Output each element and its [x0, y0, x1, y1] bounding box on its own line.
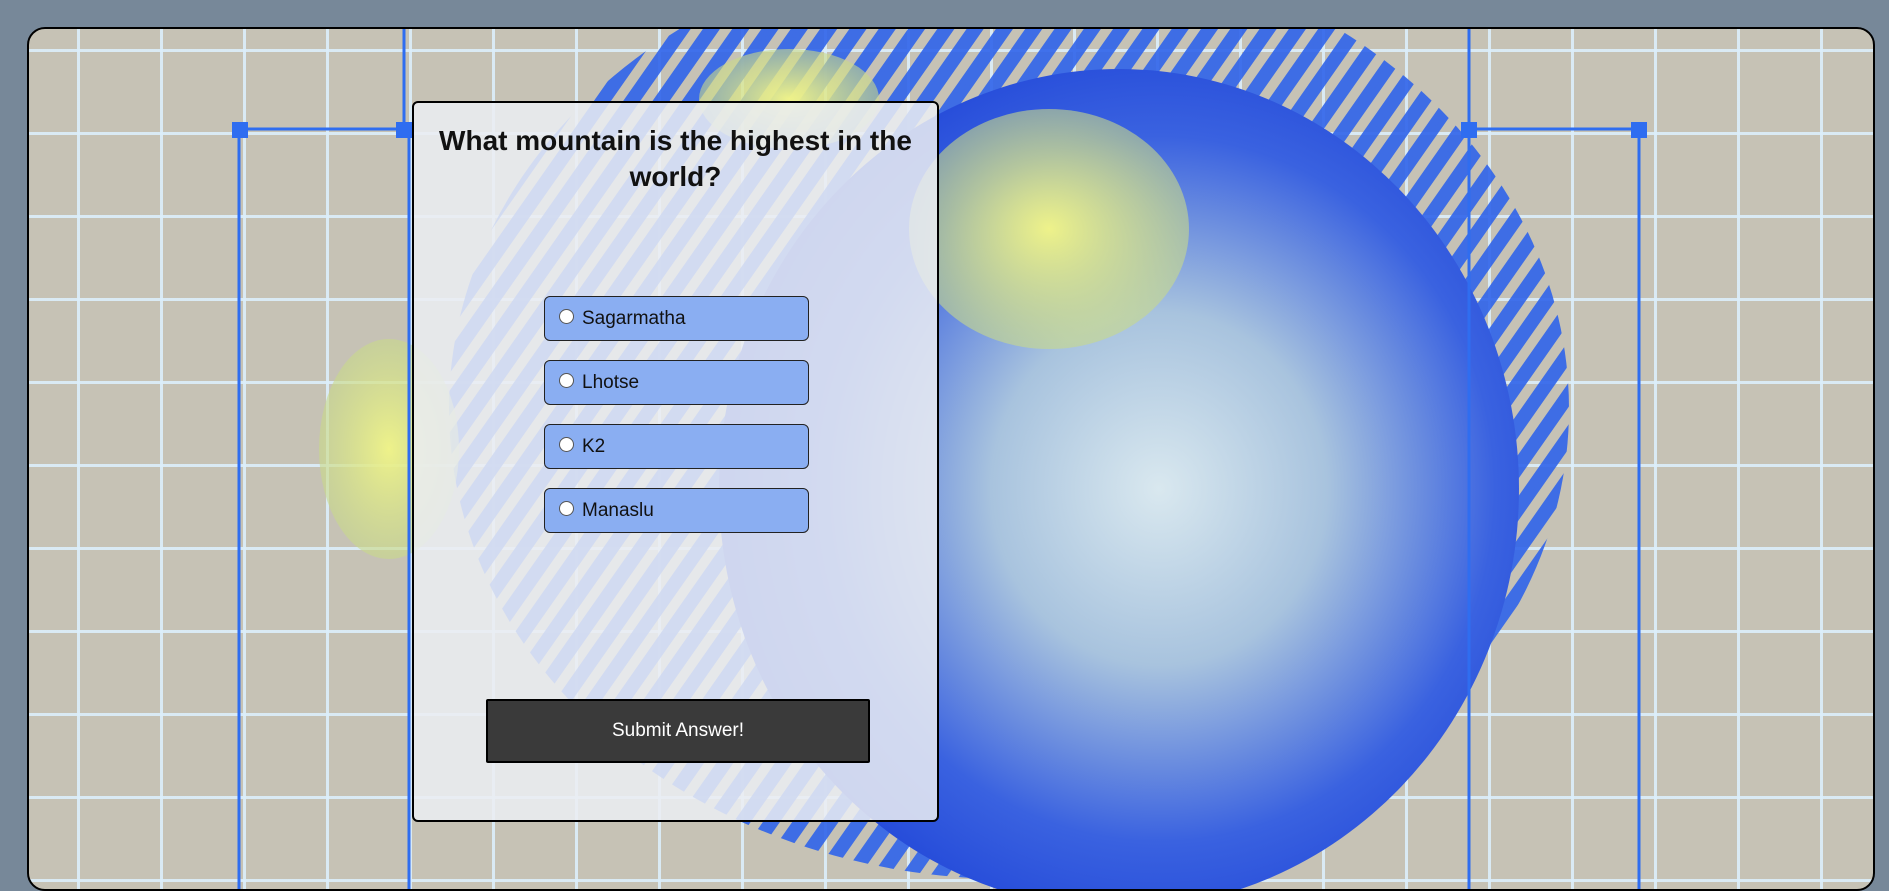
answer-label: Sagarmatha — [582, 307, 686, 329]
radio-button[interactable] — [559, 308, 574, 324]
coral-background-image — [237, 29, 1641, 889]
radio-button[interactable] — [559, 372, 574, 388]
quiz-question: What mountain is the highest in the worl… — [439, 125, 912, 192]
selection-handle-right-b[interactable] — [1631, 122, 1647, 138]
answer-label: K2 — [582, 435, 606, 457]
quiz-panel: What mountain is the highest in the worl… — [412, 101, 939, 822]
answer-option-sagarmatha[interactable]: Sagarmatha — [544, 296, 809, 341]
radio-button[interactable] — [559, 436, 574, 452]
answer-option-lhotse[interactable]: Lhotse — [544, 360, 809, 405]
answer-label: Lhotse — [582, 371, 640, 393]
answer-label: Manaslu — [582, 499, 654, 521]
app-window — [27, 27, 1875, 891]
radio-button[interactable] — [559, 500, 574, 516]
submit-answer-button[interactable]: Submit Answer! — [486, 699, 870, 763]
answer-option-manaslu[interactable]: Manaslu — [544, 488, 809, 533]
answer-option-k2[interactable]: K2 — [544, 424, 809, 469]
selection-handle-left-a[interactable] — [232, 122, 248, 138]
selection-handle-right-a[interactable] — [1461, 122, 1477, 138]
selection-handle-left-b[interactable] — [396, 122, 412, 138]
